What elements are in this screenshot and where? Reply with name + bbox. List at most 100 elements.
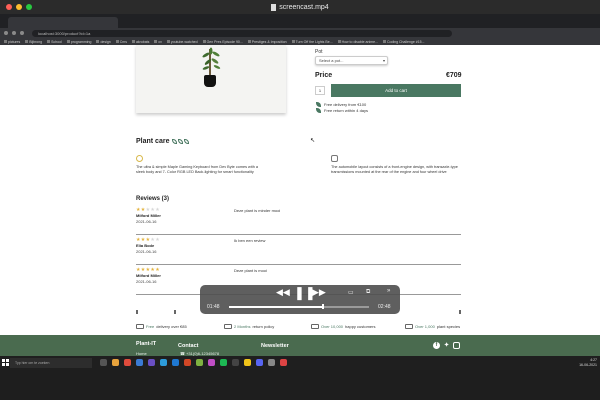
vscode-icon[interactable] — [172, 359, 179, 366]
bookmark-item[interactable]: Gen Pres Episode 90... — [202, 40, 243, 44]
folder-icon — [291, 40, 295, 43]
discord-icon[interactable] — [256, 359, 263, 366]
rewind-button[interactable]: ◀◀ — [276, 287, 290, 298]
back-icon[interactable] — [4, 31, 8, 35]
folder-icon — [4, 40, 7, 43]
remaining-time: 02:48 — [378, 304, 391, 310]
file-explorer-icon[interactable] — [112, 359, 119, 366]
bookmark-item[interactable]: programming — [66, 39, 92, 44]
add-to-cart-button[interactable]: Add to cart — [331, 84, 461, 97]
star-icon: ★ — [155, 237, 160, 243]
windows-start-icon[interactable] — [2, 359, 9, 366]
bookmark-label: Cms — [119, 39, 127, 44]
price-value: €709 — [446, 72, 462, 79]
bookmark-item[interactable]: Coding Challenge #15... — [382, 40, 425, 44]
bookmark-item[interactable]: pictures — [4, 40, 20, 44]
chrome-icon[interactable] — [124, 359, 131, 366]
bookmark-label: akrobats — [135, 39, 150, 44]
bookmark-label: Turn Off the Lights Be... — [295, 39, 333, 44]
bookmark-item[interactable]: Prestiges & Imposition — [247, 40, 287, 44]
folder-icon — [337, 40, 341, 43]
bookmark-item[interactable]: design — [96, 39, 111, 44]
terminal-icon[interactable] — [232, 359, 239, 366]
progress-knob[interactable] — [321, 304, 324, 309]
bookmark-item[interactable]: School — [47, 40, 62, 44]
review-item: ★★★★★ Elia Bode 2021-06-16 Ik ben een revie… — [136, 237, 461, 265]
leaf-icon — [316, 102, 321, 107]
care-text-water: The automobile layout consists of a fron… — [331, 165, 458, 174]
minimize-window-icon[interactable] — [16, 4, 22, 10]
folder-icon — [131, 40, 135, 43]
office-icon[interactable] — [184, 359, 191, 366]
close-window-icon[interactable] — [6, 4, 12, 10]
taskbar-clock[interactable]: 4:27 16-06-2021 — [579, 358, 597, 367]
price-label: Price — [315, 72, 333, 79]
bookmark-label: design — [100, 39, 111, 44]
reload-icon[interactable] — [20, 31, 24, 35]
taskbar-search[interactable]: Typ hier om te zoeken — [10, 358, 92, 368]
bookmark-item[interactable]: Bijbrong — [25, 40, 42, 44]
facebook-icon[interactable]: f — [433, 342, 440, 349]
bookmark-label: youtube-watched — [170, 39, 198, 44]
bookmark-item[interactable]: How to disable anime... — [337, 40, 378, 44]
bookmark-item[interactable]: cv — [154, 40, 162, 44]
chevron-down-icon: ▾ — [382, 58, 385, 63]
expand-icon[interactable]: » — [387, 288, 390, 294]
progress-fill — [229, 306, 323, 308]
review-text: Deze plant is minder mooi — [234, 208, 281, 213]
browser-tab[interactable] — [8, 17, 118, 28]
reviewer-name: Elia Bode — [136, 243, 155, 248]
address-bar[interactable]: localhost:3000/product?id=1a — [32, 29, 452, 37]
reviews-title: Reviews (3) — [136, 196, 170, 202]
app-icon[interactable] — [196, 359, 203, 366]
features-strip: Free delivery over €85 2 Months return p… — [0, 321, 600, 333]
bookmark-label: programming — [70, 39, 92, 44]
app-icon[interactable] — [208, 359, 215, 366]
airplay-icon[interactable]: ⧉ — [366, 289, 370, 296]
folder-icon — [115, 40, 119, 43]
perk-delivery: Free delivery from €100 — [316, 102, 366, 107]
bookmark-label: pictures — [8, 39, 21, 44]
app-icon[interactable] — [280, 359, 287, 366]
plant-care-title: Plant care — [136, 138, 170, 145]
window-title: screencast.mp4 — [271, 3, 329, 11]
os-taskbar: Typ hier om te zoeken 4:27 16-06-2021 — [0, 356, 600, 370]
scroll-dot — [174, 310, 176, 314]
pot-label: Pot — [315, 49, 323, 55]
pot-select[interactable]: Select a pot... ▾ — [315, 56, 388, 65]
app-icon[interactable] — [244, 359, 251, 366]
app-icon[interactable] — [268, 359, 275, 366]
clock-date: 16-06-2021 — [579, 362, 597, 367]
twitter-icon[interactable]: ✦ — [443, 342, 450, 349]
footer-logo[interactable]: Plant-IT — [136, 341, 156, 347]
instagram-icon[interactable] — [453, 342, 460, 349]
task-view-icon[interactable] — [100, 359, 107, 366]
feature-return: 2 Months return policy — [224, 324, 274, 329]
feature-text: return policy — [252, 324, 275, 329]
teams-icon[interactable] — [148, 359, 155, 366]
zoom-window-icon[interactable] — [26, 4, 32, 10]
folder-icon — [247, 40, 251, 43]
folder-icon — [66, 40, 70, 43]
mail-icon[interactable] — [136, 359, 143, 366]
store-icon[interactable] — [160, 359, 167, 366]
feature-highlight: 2 Months — [234, 324, 251, 329]
plant-icon — [405, 324, 413, 329]
browser-toolbar: localhost:3000/product?id=1a — [0, 28, 600, 38]
feature-text: plant species — [436, 324, 461, 329]
spotify-icon[interactable] — [220, 359, 227, 366]
feature-text: delivery over €85 — [156, 324, 187, 329]
customers-icon — [311, 324, 319, 329]
fast-forward-button[interactable]: ▶▶ — [312, 287, 326, 298]
bookmark-item[interactable]: akrobats — [131, 39, 150, 44]
care-level-icon — [172, 139, 190, 144]
scroll-dot — [136, 310, 138, 314]
review-item: ★★★★★ Milford Miller 2021-06-16 Deze plant … — [136, 207, 461, 235]
reviewer-name: Milford Miller — [136, 213, 161, 218]
bookmark-item[interactable]: Cms — [115, 39, 127, 44]
bookmark-item[interactable]: Turn Off the Lights Be... — [291, 39, 333, 44]
picture-in-picture-icon[interactable]: ▭ — [348, 289, 354, 296]
bookmark-item[interactable]: youtube-watched — [166, 39, 198, 44]
quantity-stepper[interactable]: 1 — [315, 86, 325, 95]
forward-icon[interactable] — [12, 31, 16, 35]
